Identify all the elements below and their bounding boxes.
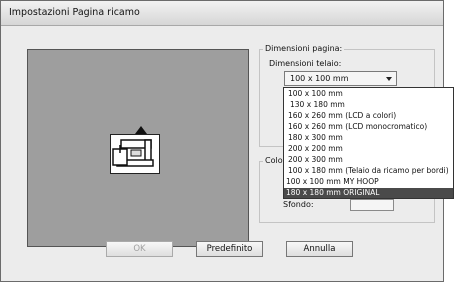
ok-button[interactable]: OK [106,241,173,257]
sewing-machine-icon [110,134,160,174]
window-title: Impostazioni Pagina ricamo [9,7,140,18]
color-group-label: Colo [263,156,285,165]
frame-size-dropdown-list[interactable]: 100 x 100 mm 130 x 180 mm 160 x 260 mm (… [283,87,454,199]
frame-size-value: 100 x 100 mm [290,74,349,83]
frame-option[interactable]: 200 x 300 mm [284,155,453,165]
frame-option[interactable]: 100 x 180 mm (Telaio da ricamo per bordi… [284,166,453,176]
default-button[interactable]: Predefinito [196,241,263,257]
frame-size-label: Dimensioni telaio: [269,59,342,68]
frame-size-combobox[interactable]: 100 x 100 mm [284,71,397,86]
frame-option[interactable]: 160 x 260 mm (LCD a colori) [284,111,453,121]
cancel-button[interactable]: Annulla [286,241,353,257]
background-color-combobox[interactable] [350,199,394,211]
page-dimensions-label: Dimensioni pagina: [263,44,345,53]
page-preview [27,49,249,247]
up-arrow-icon [135,126,147,134]
title-bar[interactable]: Impostazioni Pagina ricamo [1,1,443,26]
frame-option[interactable]: 100 x 100 mm [284,89,453,99]
frame-option[interactable]: 100 x 100 mm MY HOOP [284,177,453,187]
frame-option[interactable]: 200 x 200 mm [284,144,453,154]
frame-option[interactable]: 180 x 300 mm [284,133,453,143]
chevron-down-icon[interactable] [386,77,392,81]
frame-option[interactable]: 130 x 180 mm [284,100,453,110]
frame-option[interactable]: 160 x 260 mm (LCD monocromatico) [284,122,453,132]
background-label: Sfondo: [283,200,314,209]
frame-option-selected[interactable]: 180 x 180 mm ORIGINAL [284,188,453,198]
